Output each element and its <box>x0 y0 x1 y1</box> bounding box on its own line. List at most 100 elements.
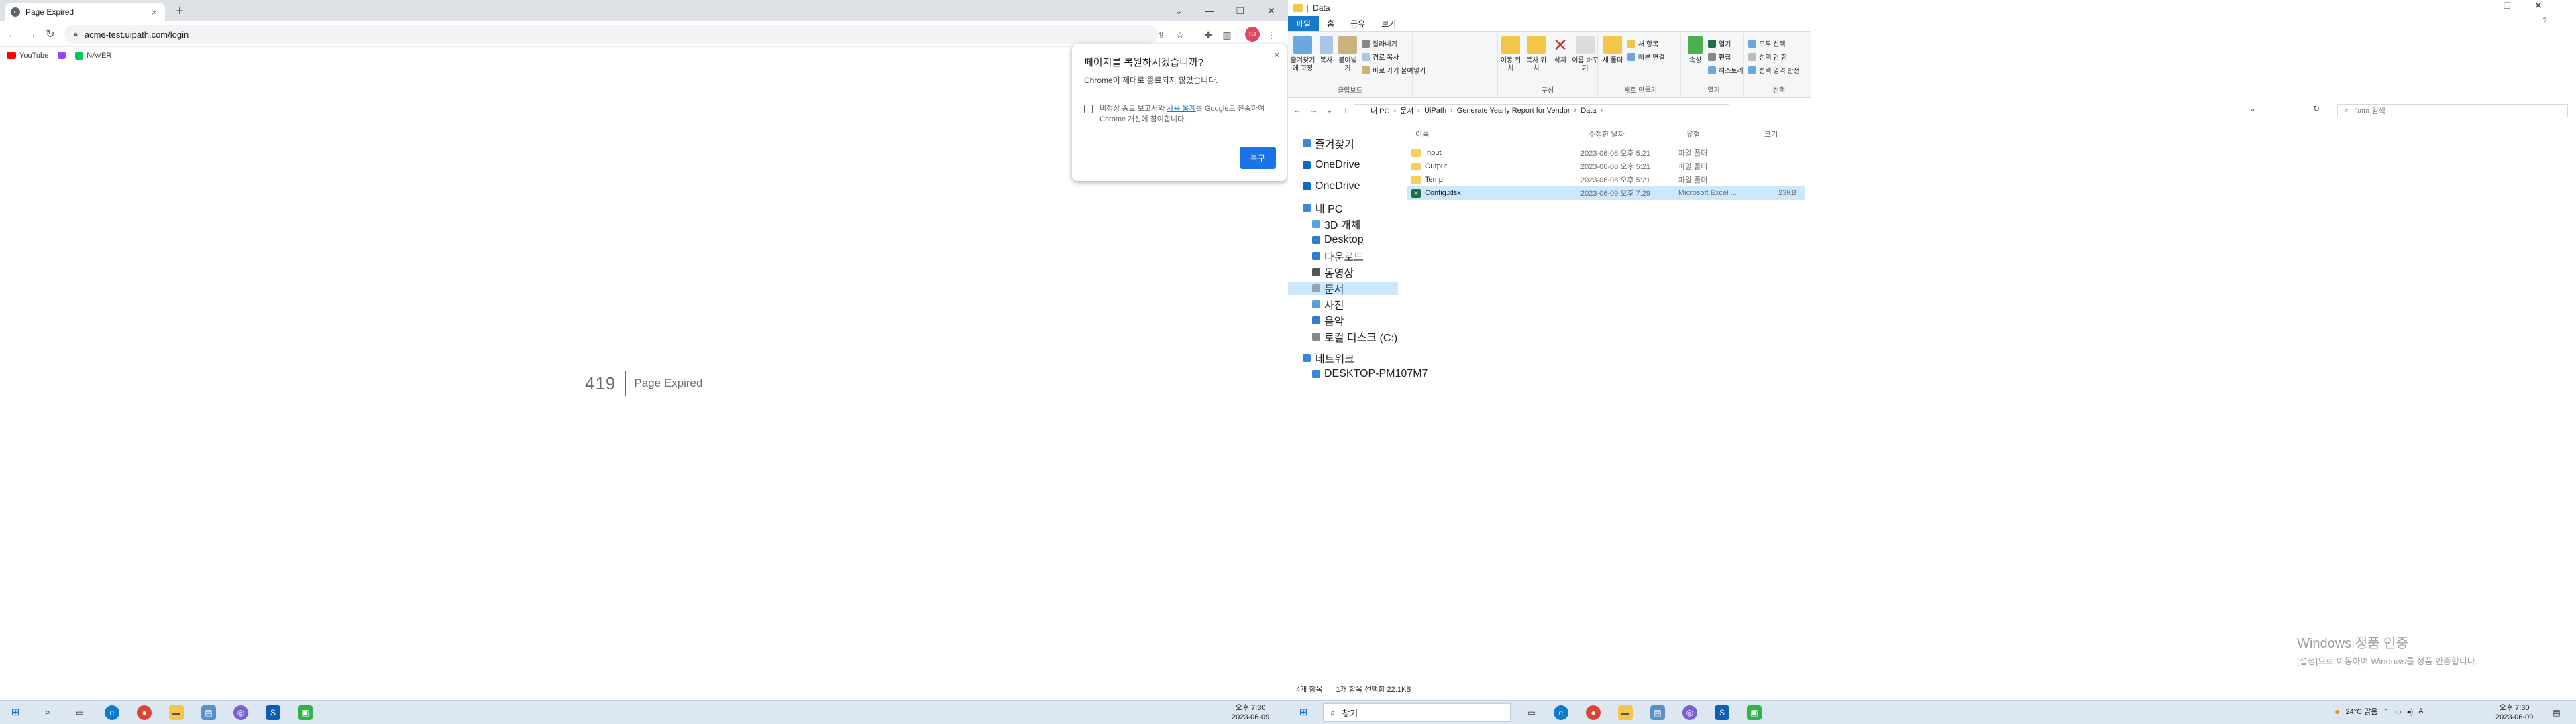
properties-button[interactable]: 속성 <box>1684 34 1707 65</box>
copy-path-button[interactable]: 경로 복사 <box>1362 52 1399 62</box>
app-icon[interactable]: ▤ <box>201 705 216 720</box>
new-item-button[interactable]: 새 항목 <box>1627 38 1658 48</box>
stats-checkbox[interactable] <box>1084 105 1093 113</box>
clock-left[interactable]: 오후 7:30 2023-06-09 <box>1232 703 1269 722</box>
nav-pictures[interactable]: 사진 <box>1288 298 1398 312</box>
close-icon[interactable]: × <box>1274 50 1280 62</box>
search-input[interactable]: ⌕ Data 검색 <box>2337 104 2568 117</box>
col-date[interactable]: 수정한 날짜 <box>1589 129 1625 139</box>
avatar[interactable]: SJ <box>1245 27 1260 42</box>
paste-shortcut-button[interactable]: 바로 가기 붙여넣기 <box>1362 65 1426 75</box>
uipath-assistant-icon[interactable]: ▣ <box>1747 705 1762 720</box>
taskbar-search[interactable]: ⌕ 찾기 <box>1323 703 1511 722</box>
notification-icon[interactable]: ▤ <box>2549 705 2564 720</box>
select-none-button[interactable]: 선택 안 함 <box>1748 52 1787 62</box>
start-icon[interactable]: ⊞ <box>8 705 23 720</box>
nav-videos[interactable]: 동영상 <box>1288 265 1398 280</box>
uipath-studio-icon[interactable]: S <box>266 705 280 720</box>
rename-button[interactable]: 이름 바꾸기 <box>1572 34 1599 73</box>
close-button[interactable]: ✕ <box>1256 0 1287 21</box>
new-folder-button[interactable]: 새 폴더 <box>1601 34 1625 65</box>
bookmark-naver[interactable]: NAVER <box>75 51 111 60</box>
cut-button[interactable]: 잘라내기 <box>1362 38 1397 48</box>
delete-button[interactable]: ✕ 삭제 <box>1549 34 1572 65</box>
app-icon[interactable]: ▤ <box>1650 705 1665 720</box>
move-to-button[interactable]: 이동 위치 <box>1498 34 1523 73</box>
list-item[interactable]: Input 2023-06-08 오후 5:21 파일 폴더 <box>1407 146 1805 160</box>
col-size[interactable]: 크기 <box>1764 129 1778 139</box>
nav-local-disk[interactable]: 로컬 디스크 (C:) <box>1288 330 1398 344</box>
easy-access-button[interactable]: 빠른 연결 <box>1627 52 1665 62</box>
nav-documents[interactable]: 문서 <box>1288 282 1398 296</box>
messenger-icon[interactable]: ◎ <box>1682 705 1697 720</box>
tab-view[interactable]: 보기 <box>1373 16 1404 32</box>
network-icon[interactable]: ▭ <box>2395 707 2402 716</box>
forward-button[interactable]: → <box>1308 105 1319 115</box>
nav-onedrive-2[interactable]: OneDrive <box>1288 180 1398 193</box>
uipath-assistant-icon[interactable]: ▣ <box>298 705 313 720</box>
back-button[interactable]: ← <box>5 27 20 42</box>
minimize-button[interactable]: — <box>1194 0 1225 21</box>
nav-this-pc[interactable]: 내 PC <box>1288 201 1398 215</box>
list-item[interactable]: Output 2023-06-08 오후 5:21 파일 폴더 <box>1407 160 1805 173</box>
nav-network-pc[interactable]: DESKTOP-PM107M7 <box>1288 367 1428 381</box>
bookmark-youtube[interactable]: YouTube <box>7 52 48 60</box>
forward-button[interactable]: → <box>24 27 39 42</box>
edge-icon[interactable]: e <box>1554 705 1568 720</box>
minimize-button[interactable]: — <box>2473 1 2481 11</box>
tab-file[interactable]: 파일 <box>1288 15 1320 32</box>
star-icon[interactable]: ☆ <box>1173 27 1187 42</box>
nav-onedrive-1[interactable]: OneDrive <box>1288 158 1398 172</box>
uipath-studio-icon[interactable]: S <box>1715 705 1729 720</box>
messenger-icon[interactable]: ◎ <box>233 705 248 720</box>
weather-text[interactable]: 24°C 맑음 <box>2345 706 2377 717</box>
reload-button[interactable]: ↻ <box>43 27 58 42</box>
nav-3d-objects[interactable]: 3D 개체 <box>1288 217 1398 231</box>
open-button[interactable]: 열기 <box>1708 38 1731 48</box>
bookmark-twitch[interactable] <box>58 52 66 59</box>
search-icon[interactable]: ⌕ <box>40 705 55 720</box>
nav-desktop[interactable]: Desktop <box>1288 233 1398 247</box>
tab-share[interactable]: 공유 <box>1342 16 1373 32</box>
extensions-icon[interactable]: ✚ <box>1201 27 1216 42</box>
start-icon[interactable]: ⊞ <box>1296 705 1311 720</box>
select-all-button[interactable]: 모두 선택 <box>1748 38 1786 48</box>
usage-stats-link[interactable]: 사용 통계 <box>1167 105 1196 113</box>
copy-button[interactable]: 복사 <box>1318 34 1335 65</box>
file-explorer-icon[interactable]: ▬ <box>169 705 184 720</box>
restore-button[interactable]: 복구 <box>1239 147 1276 169</box>
address-bar[interactable]: 🔒︎ acme-test.uipath.com/login <box>64 25 1158 44</box>
back-button[interactable]: ← <box>1292 105 1303 115</box>
volume-icon[interactable]: ◂) <box>2407 707 2413 716</box>
breadcrumb[interactable]: 내 PC › 문서 › UiPath › Generate Yearly Report… <box>1354 104 1729 117</box>
list-item[interactable]: Temp 2023-06-08 오후 5:21 파일 폴더 <box>1407 173 1805 186</box>
edge-icon[interactable]: e <box>105 705 119 720</box>
recent-chevron-icon[interactable]: ⌄ <box>1324 105 1335 115</box>
up-button[interactable]: ↑ <box>1340 105 1351 115</box>
tab-home[interactable]: 홈 <box>1319 16 1342 32</box>
menu-icon[interactable]: ⋮ <box>1264 27 1279 42</box>
task-view-icon[interactable]: ▭ <box>1524 705 1539 720</box>
restore-button[interactable]: ❐ <box>1225 0 1256 21</box>
side-panel-icon[interactable]: ▥ <box>1220 27 1234 42</box>
chrome-icon[interactable]: ● <box>137 705 152 720</box>
nav-music[interactable]: 음악 <box>1288 314 1398 328</box>
help-icon[interactable]: ? <box>2542 16 2547 25</box>
share-icon[interactable]: ⇪ <box>1154 27 1169 42</box>
browser-tab[interactable]: ◐ Page Expired × <box>5 3 165 21</box>
invert-selection-button[interactable]: 선택 영역 반전 <box>1748 65 1800 75</box>
col-type[interactable]: 유형 <box>1686 129 1700 139</box>
chrome-icon[interactable]: ● <box>1586 705 1601 720</box>
pin-button[interactable]: 즐겨찾기에 고정 <box>1288 34 1318 73</box>
history-button[interactable]: 히스토리 <box>1708 65 1743 75</box>
new-tab-button[interactable]: + <box>172 4 188 20</box>
list-item[interactable]: X Config.xlsx 2023-06-09 오후 7:29 Microsof… <box>1407 186 1805 200</box>
refresh-icon[interactable]: ↻ <box>2310 104 2322 117</box>
close-button[interactable]: ✕ <box>2534 0 2542 11</box>
clock-right[interactable]: 오후 7:30 2023-06-09 <box>2496 703 2533 722</box>
ime-indicator[interactable]: A <box>2418 707 2423 715</box>
chevron-down-icon[interactable]: ⌄ <box>1163 0 1194 21</box>
file-explorer-icon[interactable]: ▬ <box>1618 705 1633 720</box>
tab-close-icon[interactable]: × <box>149 7 160 17</box>
copy-to-button[interactable]: 복사 위치 <box>1523 34 1549 73</box>
